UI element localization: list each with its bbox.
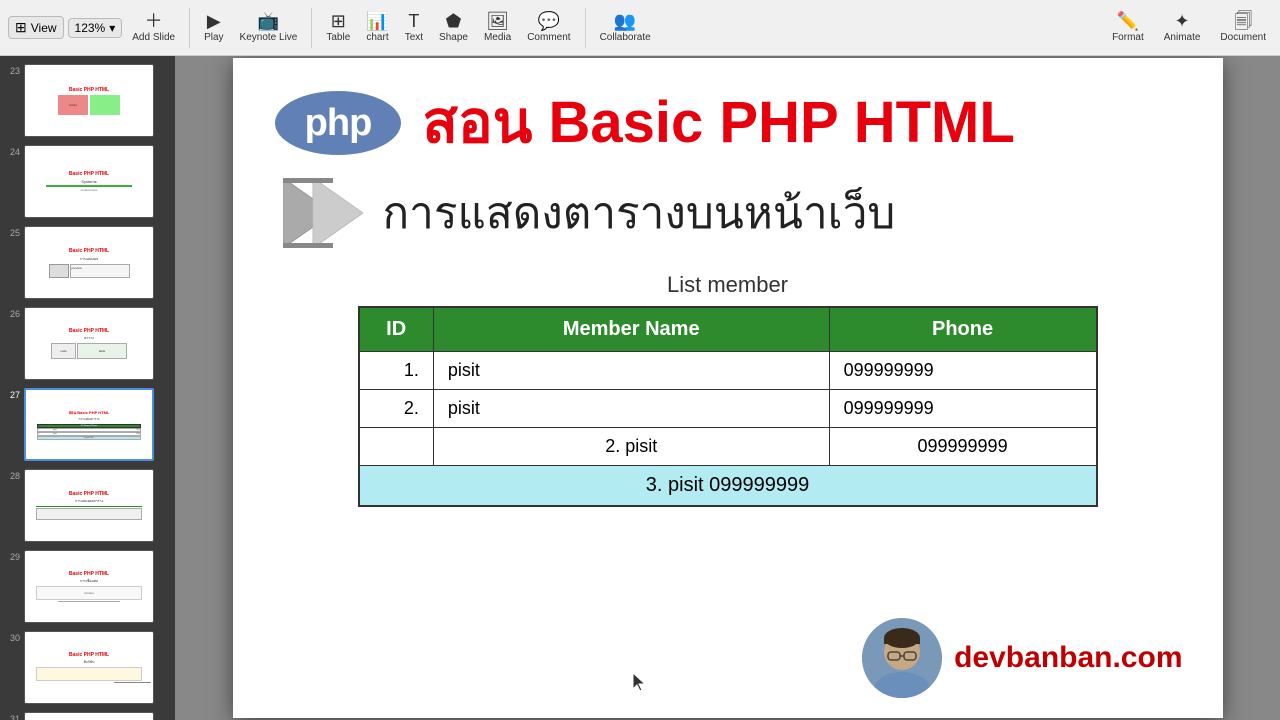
keynote-live-button[interactable]: 📺 Keynote Live	[234, 10, 304, 45]
slide-canvas[interactable]: php สอน Basic PHP HTML การแสดงตารางบนหน้…	[233, 58, 1223, 718]
cursor	[633, 673, 645, 685]
slide-subtitle: การแสดงตารางบนหน้าเว็บ	[383, 178, 896, 248]
slide-thumb-26[interactable]: 26 Basic PHP HTML ตาราง code table	[0, 303, 175, 384]
format-label: Format	[1112, 32, 1144, 43]
add-slide-icon: ＋	[145, 12, 163, 30]
php-logo: php	[273, 88, 403, 158]
canvas-area: php สอน Basic PHP HTML การแสดงตารางบนหน้…	[175, 56, 1280, 720]
col-header-id: ID	[359, 307, 434, 352]
slide-header: php สอน Basic PHP HTML	[273, 88, 1183, 158]
text-button[interactable]: T Text	[399, 10, 429, 45]
document-icon: 🗐	[1234, 12, 1252, 30]
chart-icon: 📊	[366, 12, 388, 30]
keynote-live-label: Keynote Live	[240, 32, 298, 43]
collaborate-button[interactable]: 👥 Collaborate	[594, 10, 657, 45]
col-header-name: Member Name	[433, 307, 829, 352]
chart-label: chart	[366, 32, 388, 43]
chart-button[interactable]: 📊 chart	[360, 10, 394, 45]
slide-subtitle-row: การแสดงตารางบนหน้าเว็บ	[283, 178, 1183, 248]
table-row-highlight: 3. pisit 099999999	[359, 466, 1097, 507]
collaborate-label: Collaborate	[600, 32, 651, 43]
col-header-phone: Phone	[829, 307, 1096, 352]
format-icon: ✏️	[1117, 12, 1139, 30]
list-member-title: List member	[358, 272, 1098, 298]
add-slide-label: Add Slide	[132, 32, 175, 43]
data-table: ID Member Name Phone 1. pisit 099999999 …	[358, 306, 1098, 507]
view-button[interactable]: ⊞ View	[8, 16, 64, 39]
divider-3	[585, 8, 586, 48]
shape-button[interactable]: ⬟ Shape	[433, 10, 474, 45]
table-row: 1. pisit 099999999	[359, 352, 1097, 390]
format-button[interactable]: ✏️ Format	[1106, 10, 1150, 45]
table-row: 2. pisit 099999999	[359, 428, 1097, 466]
table-icon: ⊞	[331, 12, 346, 30]
media-label: Media	[484, 32, 511, 43]
shape-label: Shape	[439, 32, 468, 43]
comment-button[interactable]: 💬 Comment	[521, 10, 576, 45]
divider-2	[311, 8, 312, 48]
slide-panel[interactable]: 23 Basic PHP HTML colors 24 Basic PHP HT…	[0, 56, 175, 720]
play-button[interactable]: ▶ Play	[198, 10, 229, 45]
slide-thumb-30[interactable]: 30 Basic PHP HTML ฟังก์ชัน	[0, 627, 175, 708]
slide-thumb-25[interactable]: 25 Basic PHP HTML การแสดงผล preview	[0, 222, 175, 303]
table-section: List member ID Member Name Phone 1. pisi…	[358, 272, 1098, 507]
svg-text:php: php	[304, 102, 371, 144]
table-row: 2. pisit 099999999	[359, 390, 1097, 428]
avatar	[862, 618, 942, 698]
brand-text: devbanban.com	[954, 641, 1182, 675]
play-label: Play	[204, 32, 223, 43]
animate-icon: ✦	[1175, 12, 1190, 30]
collaborate-icon: 👥	[614, 12, 636, 30]
slide-thumb-23[interactable]: 23 Basic PHP HTML colors	[0, 60, 175, 141]
document-label: Document	[1220, 32, 1266, 43]
slide-thumb-24[interactable]: 24 Basic PHP HTML Systems content here	[0, 141, 175, 222]
arrow-icon	[283, 178, 363, 248]
comment-icon: 💬	[538, 12, 560, 30]
animate-label: Animate	[1164, 32, 1201, 43]
play-icon: ▶	[207, 12, 221, 30]
zoom-label: 123%	[75, 21, 106, 35]
media-button[interactable]: 🖼 Media	[478, 10, 517, 45]
slide-thumb-29[interactable]: 29 Basic PHP HTML การเชื่อมต่อ content	[0, 546, 175, 627]
zoom-button[interactable]: 123% ▾	[68, 18, 123, 38]
slide-title: สอน Basic PHP HTML	[423, 94, 1015, 152]
slide-thumb-28[interactable]: 28 Basic PHP HTML การแสดงผลตาราง	[0, 465, 175, 546]
keynote-live-icon: 📺	[257, 12, 279, 30]
text-label: Text	[405, 32, 423, 43]
comment-label: Comment	[527, 32, 570, 43]
main-area: 23 Basic PHP HTML colors 24 Basic PHP HT…	[0, 56, 1280, 720]
table-button[interactable]: ⊞ Table	[320, 10, 356, 45]
text-icon: T	[408, 12, 419, 30]
media-icon: 🖼	[486, 12, 509, 30]
toolbar: ⊞ View 123% ▾ ＋ Add Slide ▶ Play 📺 Keyno…	[0, 0, 1280, 56]
animate-button[interactable]: ✦ Animate	[1158, 10, 1207, 45]
table-label: Table	[326, 32, 350, 43]
divider-1	[189, 8, 190, 48]
slide-thumb-27[interactable]: 27 สอน Basic PHP HTML การแสดงตาราง ID | …	[0, 384, 175, 465]
shape-icon: ⬟	[446, 12, 462, 30]
slide-thumb-31[interactable]: 31 Basic PHP HTML Youtube URL	[0, 708, 175, 720]
right-toolbar: ✏️ Format ✦ Animate 🗐 Document	[1106, 10, 1272, 45]
add-slide-button[interactable]: ＋ Add Slide	[126, 10, 181, 45]
document-button[interactable]: 🗐 Document	[1214, 10, 1272, 45]
branding: devbanban.com	[862, 618, 1182, 698]
view-label: View	[31, 21, 57, 35]
